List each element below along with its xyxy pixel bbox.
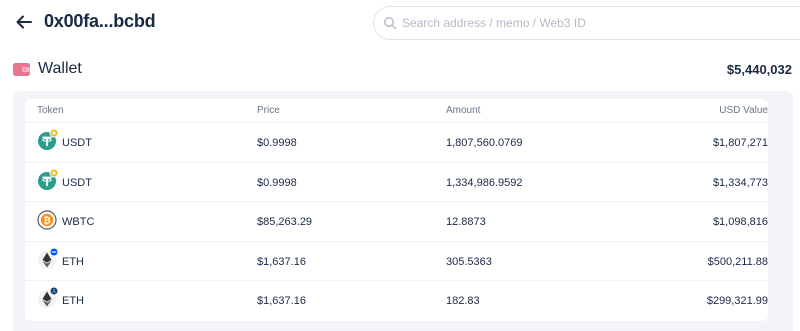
token-usd-value: $1,098,816 — [712, 216, 768, 228]
table-row[interactable]: USDT $0.9998 1,807,560.0769 $1,807,271 — [25, 123, 768, 163]
token-price: $85,263.29 — [257, 216, 313, 228]
column-header-price: Price — [257, 105, 280, 116]
token-usd-value: $1,807,271 — [712, 137, 768, 149]
column-header-usd-value: USD Value — [719, 105, 768, 116]
token-table: Token Price Amount USD Value USDT $0.999… — [25, 99, 768, 321]
token-price: $1,637.16 — [257, 295, 306, 307]
token-usd-value: $1,334,773 — [712, 176, 768, 189]
top-header: 0x00fa...bcbd — [0, 0, 800, 46]
wallet-label: Wallet — [38, 60, 82, 77]
eth-icon — [37, 286, 59, 309]
token-symbol: USDT — [62, 137, 92, 149]
search-box[interactable] — [373, 6, 800, 40]
eth-icon — [37, 247, 59, 270]
token-usd-value: $299,321.99 — [706, 295, 768, 307]
token-symbol: ETH — [62, 295, 84, 307]
usdt-icon — [37, 168, 59, 191]
table-row[interactable]: ETH $1,637.16 182.83 $299,321.99 — [25, 281, 768, 321]
table-row[interactable]: ETH $1,637.16 305.5363 $500,211.88 — [25, 242, 768, 281]
wallet-icon — [13, 63, 30, 76]
wallet-section-header: Wallet $5,440,032 — [0, 56, 800, 84]
wallet-panel: Token Price Amount USD Value USDT $0.999… — [13, 91, 793, 331]
token-amount: 12.8873 — [446, 216, 486, 228]
wallet-total-value: $5,440,032 — [726, 62, 792, 77]
column-header-amount: Amount — [446, 105, 481, 116]
back-arrow-icon[interactable] — [14, 12, 34, 32]
token-symbol: ETH — [62, 255, 84, 268]
table-header: Token Price Amount USD Value — [25, 99, 768, 123]
token-amount: 305.5363 — [446, 255, 492, 268]
token-usd-value: $500,211.88 — [707, 255, 768, 268]
wbtc-icon: ₿ — [37, 210, 57, 230]
token-symbol: USDT — [62, 176, 92, 189]
column-header-token: Token — [37, 105, 64, 116]
svg-text:₿: ₿ — [43, 215, 50, 225]
table-row[interactable]: ₿ WBTC $85,263.29 12.8873 $1,098,816 — [25, 202, 768, 242]
token-price: $0.9998 — [257, 176, 297, 189]
search-input[interactable] — [402, 13, 782, 33]
table-row[interactable]: USDT $0.9998 1,334,986.9592 $1,334,773 — [25, 163, 768, 202]
token-price: $0.9998 — [257, 137, 297, 149]
wallet-address-title: 0x00fa...bcbd — [44, 11, 156, 31]
search-icon — [383, 16, 397, 30]
usdt-icon — [37, 128, 59, 151]
token-amount: 1,334,986.9592 — [446, 176, 523, 189]
token-symbol: WBTC — [62, 216, 95, 228]
token-amount: 182.83 — [446, 295, 480, 307]
token-price: $1,637.16 — [257, 255, 306, 268]
token-amount: 1,807,560.0769 — [446, 137, 523, 149]
